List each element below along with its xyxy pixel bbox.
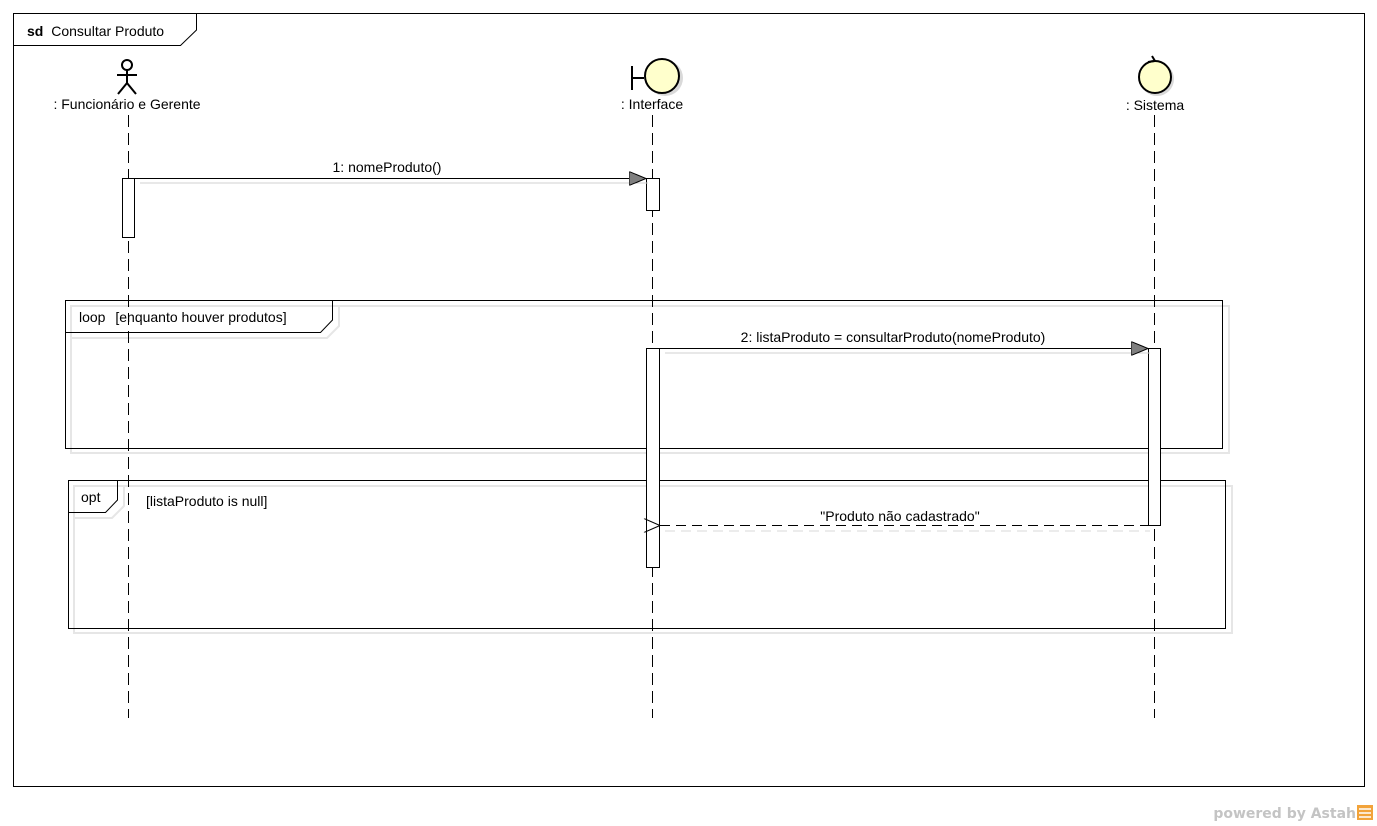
activation-interface-1 <box>646 178 660 211</box>
astah-watermark: powered by Astah <box>1213 805 1373 822</box>
frame-name: Consultar Produto <box>51 23 164 39</box>
sequence-diagram: sd Consultar Produto loop [enquanto houv… <box>13 13 1373 822</box>
fragment-opt-operator: opt <box>81 489 101 505</box>
activation-sistema <box>1148 348 1161 526</box>
fragment-loop-operator: loop <box>79 309 106 325</box>
lifeline-sistema-label: : Sistema <box>1126 97 1185 113</box>
fragment-opt-guard: [listaProduto is null] <box>146 493 267 509</box>
lifeline-funcionario-label: : Funcionário e Gerente <box>53 96 200 112</box>
diagram-frame: sd Consultar Produto <box>13 13 1365 787</box>
astah-logo-icon <box>1357 805 1373 820</box>
watermark-text: powered by Astah <box>1213 806 1356 822</box>
activation-interface-2 <box>646 348 660 568</box>
message-return-label: "Produto não cadastrado" <box>820 508 979 524</box>
message-1-label: 1: nomeProduto() <box>333 159 442 175</box>
frame-keyword: sd <box>27 23 43 39</box>
message-2-label: 2: listaProduto = consultarProduto(nomeP… <box>741 329 1046 345</box>
fragment-loop-guard: [enquanto houver produtos] <box>115 309 286 325</box>
activation-funcionario <box>122 178 135 238</box>
lifeline-interface-label: : Interface <box>621 96 683 112</box>
